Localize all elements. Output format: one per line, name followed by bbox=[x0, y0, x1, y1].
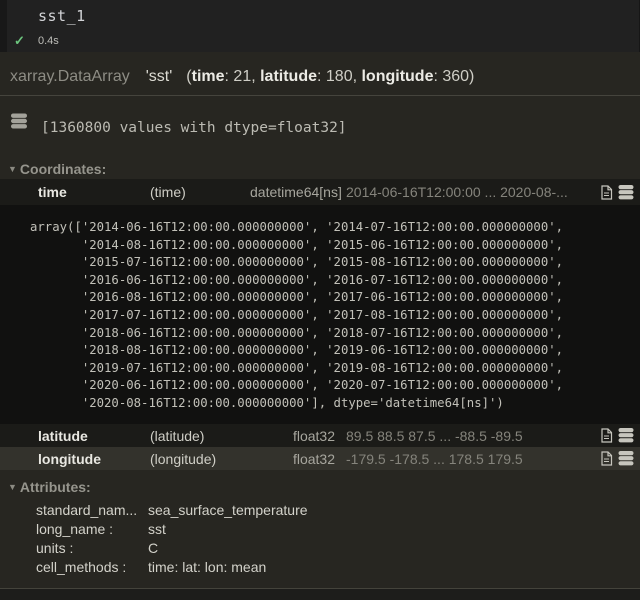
coord-preview: 89.5 88.5 87.5 ... -88.5 -89.5 bbox=[346, 428, 600, 444]
dataarray-header: xarray.DataArray 'sst' (time: 21, latitude… bbox=[0, 52, 640, 88]
coord-dims: (time) bbox=[150, 184, 250, 200]
attr-value: time: lat: lon: mean bbox=[148, 559, 266, 575]
coord-row-longitude: longitude (longitude) float32 -179.5 -17… bbox=[0, 447, 640, 470]
code-editor-line[interactable]: sst_1 bbox=[38, 7, 86, 25]
attr-key: long_name : bbox=[36, 521, 148, 537]
coord-dims: (longitude) bbox=[150, 451, 250, 467]
next-cell-edge bbox=[0, 588, 640, 600]
coord-name: latitude bbox=[38, 428, 150, 444]
coordinates-section-toggle[interactable]: ▼ Coordinates: bbox=[0, 160, 640, 178]
database-icon[interactable] bbox=[618, 185, 634, 200]
dataarray-type-label: xarray.DataArray bbox=[10, 68, 130, 85]
attributes-doc-icon[interactable] bbox=[600, 185, 613, 200]
attr-row-standard-name: standard_nam... sea_surface_temperature bbox=[0, 500, 640, 519]
database-icon[interactable] bbox=[618, 451, 634, 466]
execution-time: 0.4s bbox=[38, 35, 59, 47]
coord-name: time bbox=[38, 184, 150, 200]
time-array-data: array(['2014-06-16T12:00:00.000000000', … bbox=[0, 205, 640, 424]
coord-preview: 2014-06-16T12:00:00 ... 2020-08-... bbox=[346, 184, 600, 200]
coord-dtype: datetime64[ns] bbox=[250, 184, 335, 200]
attr-key: standard_nam... bbox=[36, 502, 148, 518]
attr-value: sea_surface_temperature bbox=[148, 502, 308, 518]
collapse-triangle-icon: ▼ bbox=[8, 482, 17, 492]
values-preview: [1360800 values with dtype=float32] bbox=[41, 120, 347, 136]
attributes-list: standard_nam... sea_surface_temperature … bbox=[0, 500, 640, 576]
attributes-section-toggle[interactable]: ▼ Attributes: bbox=[0, 478, 640, 496]
attr-row-cell-methods: cell_methods : time: lat: lon: mean bbox=[0, 557, 640, 576]
cell-output-area: xarray.DataArray 'sst' (time: 21, latitude… bbox=[0, 52, 640, 588]
coord-row-latitude: latitude (latitude) float32 89.5 88.5 87… bbox=[0, 424, 640, 447]
attr-key: units : bbox=[36, 540, 148, 556]
coord-dtype: float32 bbox=[250, 428, 335, 444]
notebook-code-cell: sst_1 ✓ 0.4s bbox=[0, 0, 640, 52]
attributes-doc-icon[interactable] bbox=[600, 451, 613, 466]
header-divider bbox=[0, 95, 640, 96]
attr-value: C bbox=[148, 540, 158, 556]
attr-row-units: units : C bbox=[0, 538, 640, 557]
attr-row-long-name: long_name : sst bbox=[0, 519, 640, 538]
collapse-triangle-icon: ▼ bbox=[8, 164, 17, 174]
time-array-text: array(['2014-06-16T12:00:00.000000000', … bbox=[0, 205, 640, 413]
coord-preview: -179.5 -178.5 ... 178.5 179.5 bbox=[346, 451, 600, 467]
coord-name: longitude bbox=[38, 451, 150, 467]
coord-dims: (latitude) bbox=[150, 428, 250, 444]
database-icon[interactable] bbox=[10, 113, 28, 129]
dataarray-dims: (time: 21, latitude: 180, longitude: 360… bbox=[186, 68, 474, 85]
attributes-doc-icon[interactable] bbox=[600, 428, 613, 443]
database-icon[interactable] bbox=[618, 428, 634, 443]
cell-gutter bbox=[0, 0, 7, 52]
coord-row-time: time (time) datetime64[ns] 2014-06-16T12… bbox=[0, 179, 640, 205]
dataarray-var-name: 'sst' bbox=[146, 68, 173, 85]
attr-value: sst bbox=[148, 521, 166, 537]
attr-key: cell_methods : bbox=[36, 559, 148, 575]
success-check-icon: ✓ bbox=[14, 33, 38, 49]
coord-dtype: float32 bbox=[250, 451, 335, 467]
